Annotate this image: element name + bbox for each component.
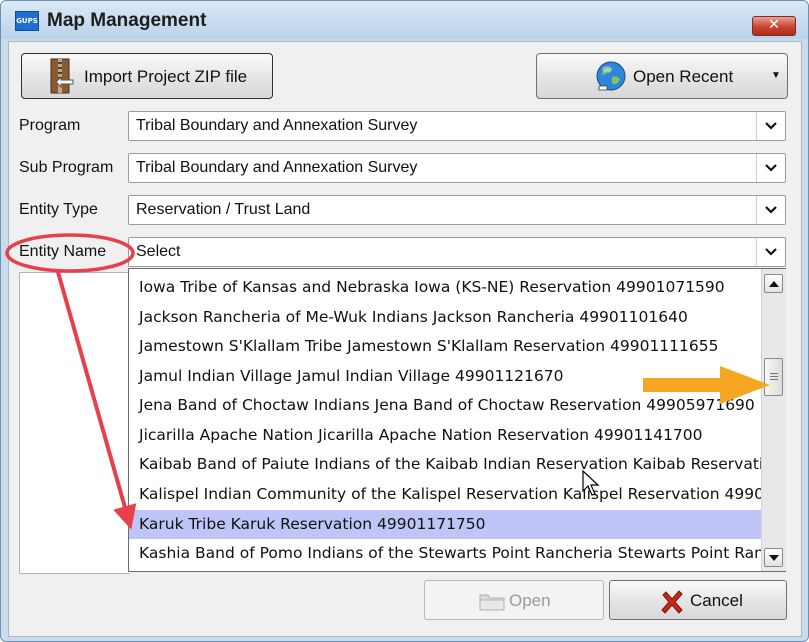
entity-type-dropdown-button[interactable] [756,196,785,224]
program-label: Program [19,117,81,134]
open-button[interactable]: Open [424,580,604,620]
entity-name-dropdown-list[interactable]: Iowa Tribe of Kansas and Nebraska Iowa (… [128,268,786,572]
subprogram-label: Sub Program [19,159,114,176]
scroll-thumb[interactable] [764,357,783,396]
list-item[interactable]: Jena Band of Choctaw Indians Jena Band o… [129,391,761,420]
triangle-up-icon [769,281,779,287]
open-recent-button[interactable]: Open Recent ▼ [536,53,788,99]
app-icon: GUPS [15,11,39,31]
subprogram-dropdown-button[interactable] [756,154,785,182]
globe-icon [596,61,626,91]
program-dropdown-button[interactable] [756,112,785,140]
list-item[interactable]: Iowa Tribe of Kansas and Nebraska Iowa (… [129,273,761,302]
cancel-button[interactable]: Cancel [609,580,787,620]
cancel-button-label: Cancel [690,591,743,610]
list-item[interactable]: Jamul Indian Village Jamul Indian Villag… [129,362,761,391]
window-title: Map Management [47,10,207,31]
import-button-label: Import Project ZIP file [84,67,248,86]
program-select[interactable]: Tribal Boundary and Annexation Survey [128,111,786,141]
program-value: Tribal Boundary and Annexation Survey [136,117,418,134]
list-item[interactable]: Kashia Band of Pomo Indians of the Stewa… [129,539,761,568]
open-button-label: Open [509,591,551,610]
title-bar[interactable]: GUPS Map Management ✕ [1,1,808,39]
close-icon: ✕ [768,17,780,33]
list-item[interactable]: Jicarilla Apache Nation Jicarilla Apache… [129,421,761,450]
chevron-down-icon [765,164,777,172]
chevron-down-icon [765,122,777,130]
chevron-down-icon[interactable]: ▼ [771,70,781,81]
scroll-up-button[interactable] [764,274,783,293]
list-item[interactable]: Kalispel Indian Community of the Kalispe… [129,480,761,509]
subprogram-value: Tribal Boundary and Annexation Survey [136,159,418,176]
open-recent-label: Open Recent [633,67,734,86]
scroll-down-button[interactable] [764,548,783,567]
mouse-pointer-icon [582,470,600,496]
import-zip-button[interactable]: Import Project ZIP file [21,53,273,99]
subprogram-select[interactable]: Tribal Boundary and Annexation Survey [128,153,786,183]
entity-name-value: Select [136,243,181,260]
close-button[interactable]: ✕ [752,16,796,36]
zip-file-icon [50,58,74,94]
list-scrollbar[interactable] [761,269,786,571]
list-item[interactable]: Jackson Rancheria of Me-Wuk Indians Jack… [129,303,761,332]
entity-type-select[interactable]: Reservation / Trust Land [128,195,786,225]
entity-preview-panel [19,272,130,574]
list-item[interactable]: Kaibab Band of Paiute Indians of the Kai… [129,450,761,479]
entity-name-label: Entity Name [19,243,107,260]
chevron-down-icon [765,248,777,256]
entity-type-label: Entity Type [19,201,98,218]
entity-type-value: Reservation / Trust Land [136,201,311,218]
red-x-icon [661,590,683,614]
folder-icon [479,594,505,611]
list-item-selected[interactable]: Karuk Tribe Karuk Reservation 4990117175… [129,510,761,539]
chevron-down-icon [765,206,777,214]
entity-name-select[interactable]: Select [128,237,786,267]
list-item[interactable]: Jamestown S'Klallam Tribe Jamestown S'Kl… [129,332,761,361]
entity-name-dropdown-button[interactable] [756,238,785,266]
triangle-down-icon [769,555,779,561]
